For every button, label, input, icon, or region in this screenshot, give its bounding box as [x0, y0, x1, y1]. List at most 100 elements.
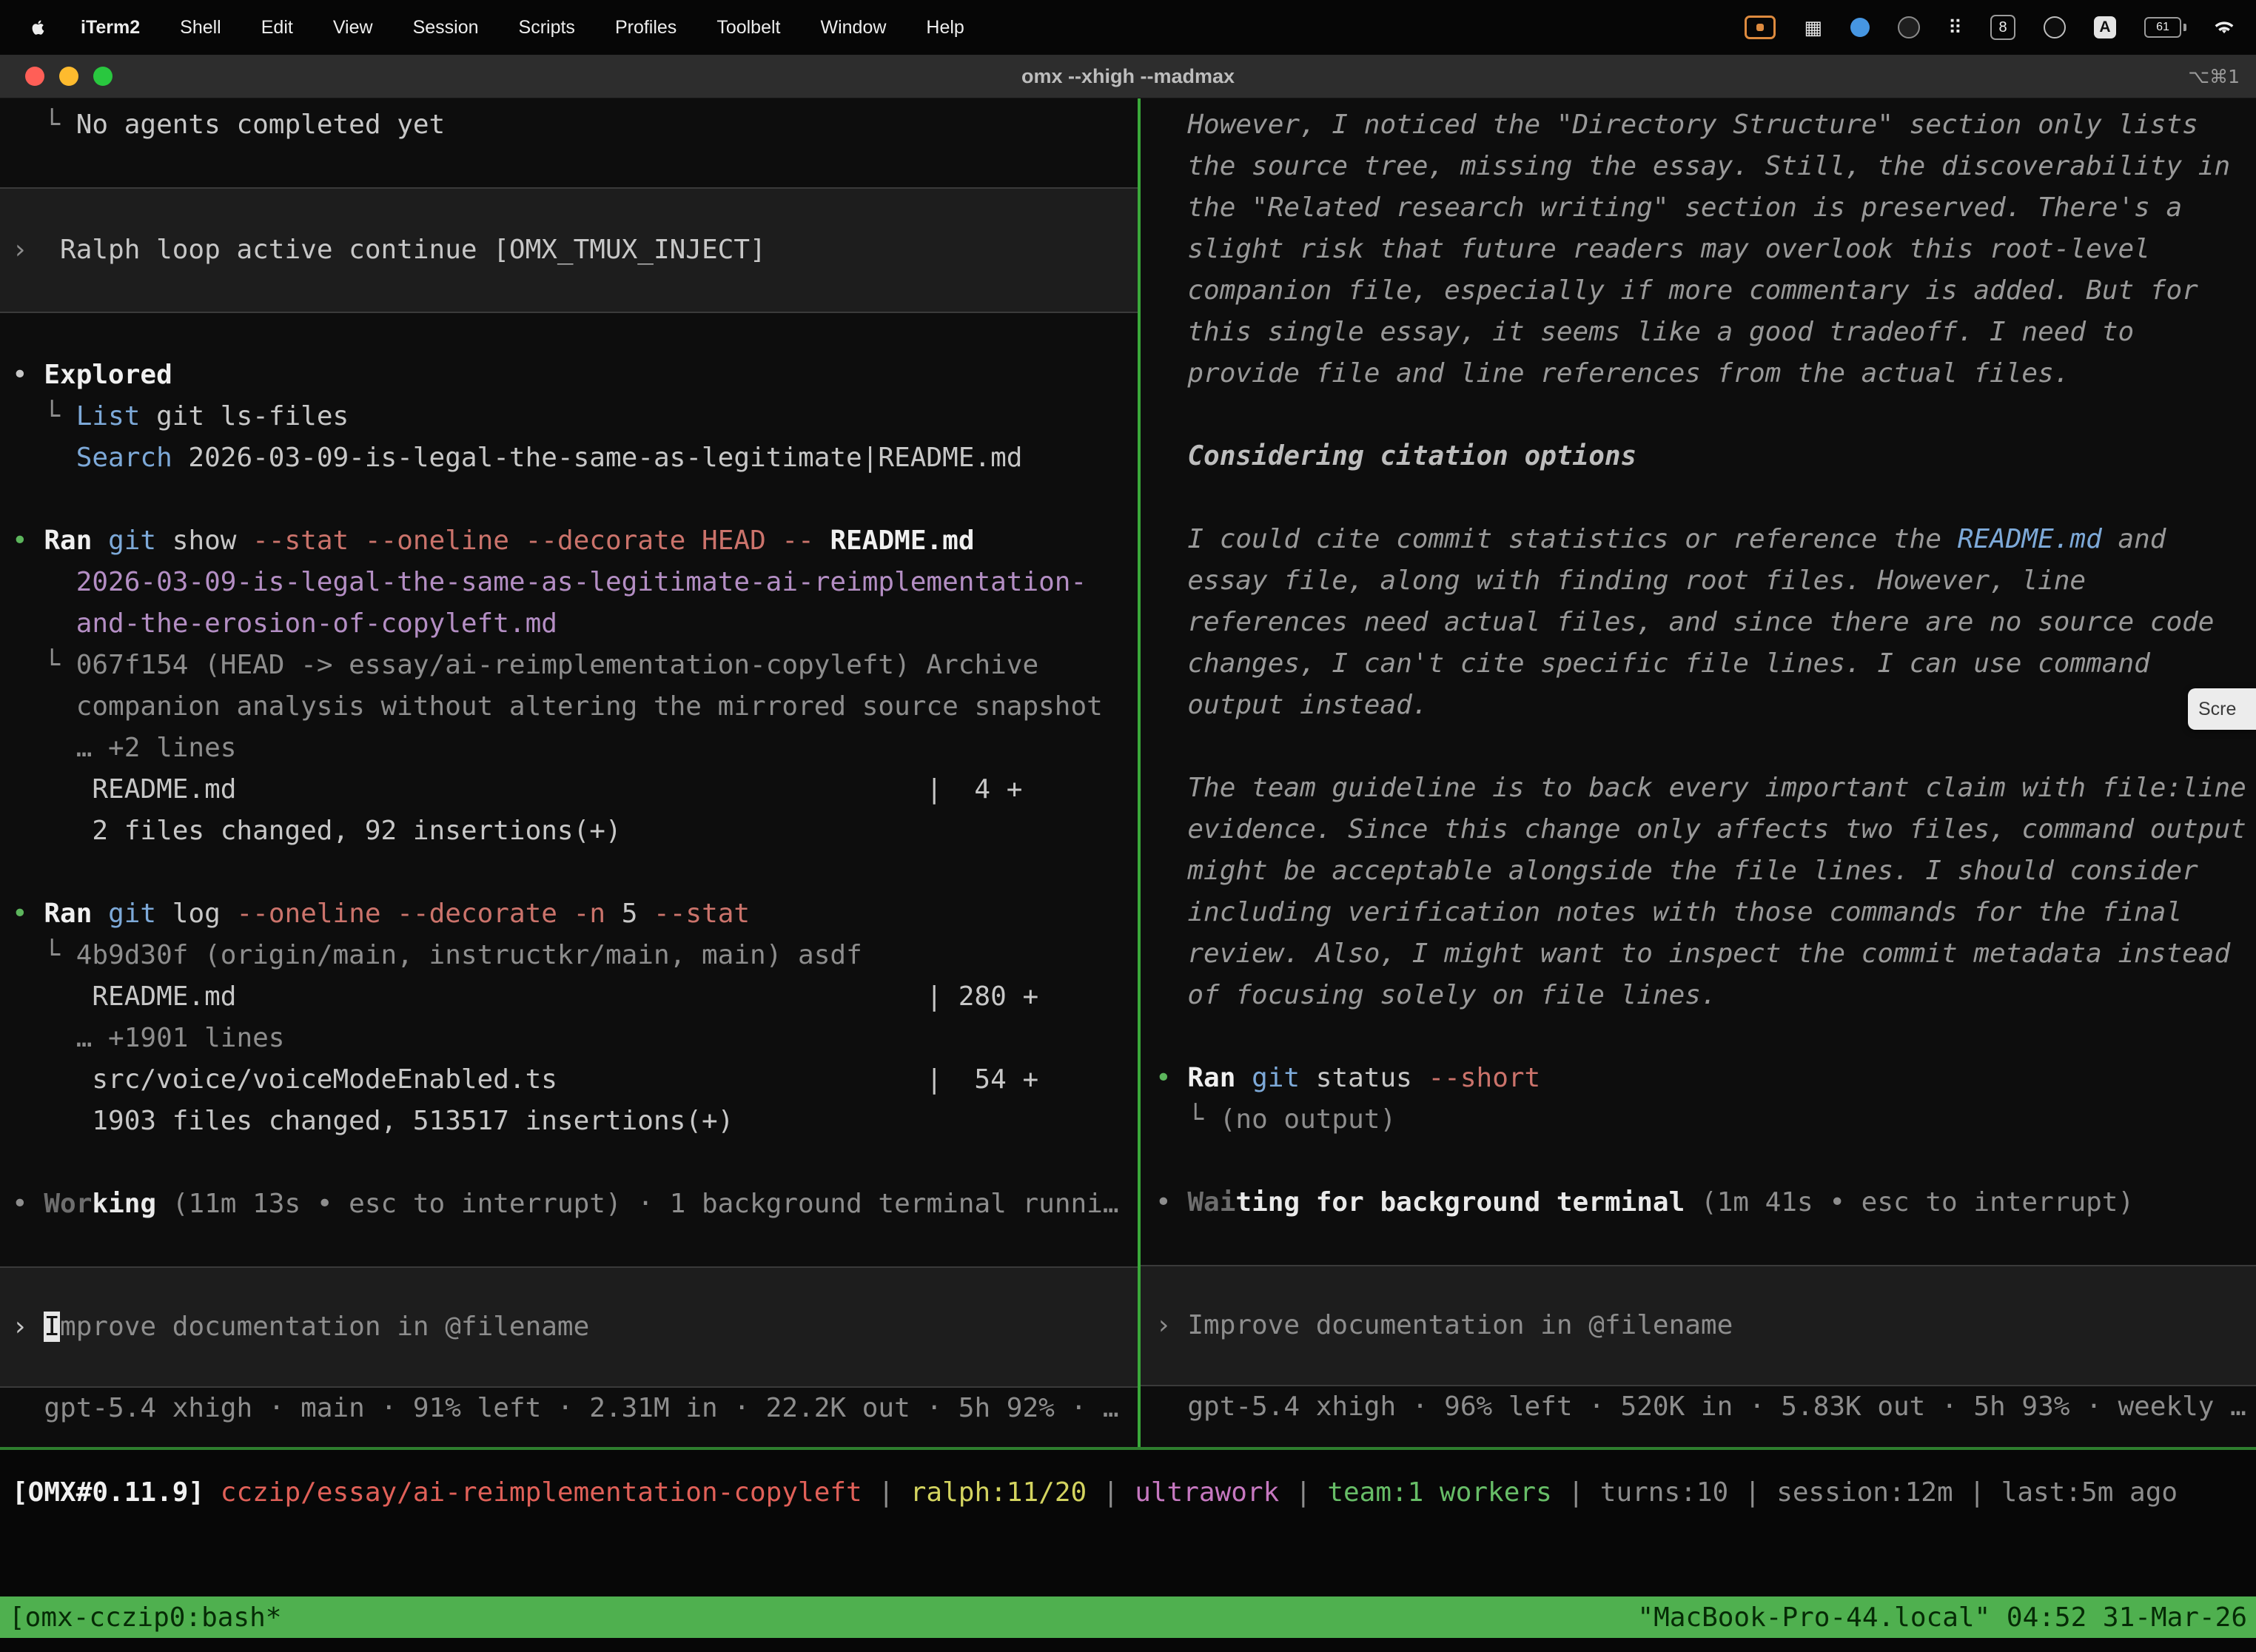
- terminal-line: this single essay, it seems like a good …: [1141, 312, 2256, 353]
- menu-item[interactable]: iTerm2: [61, 17, 160, 38]
- text-segment: and: [2102, 524, 2166, 554]
- dots-grid-icon[interactable]: ⠿: [1948, 16, 1962, 39]
- text-segment: log: [156, 899, 236, 929]
- screen-recording-icon[interactable]: [1745, 16, 1776, 39]
- text-segment: ralph:11/20: [910, 1477, 1087, 1508]
- text-segment: 2026-03-09-is-legal-the-same-as-legitima…: [76, 567, 1087, 597]
- text-segment: of focusing solely on file lines.: [1187, 980, 1716, 1010]
- text-segment: Ran: [1187, 1063, 1235, 1093]
- text-segment: slight risk that future readers may over…: [1187, 234, 2149, 264]
- terminal-area: └ No agents completed yet › Ralph loop a…: [0, 98, 2256, 1447]
- text-segment: [1155, 773, 1187, 803]
- apple-logo-icon: [30, 19, 47, 36]
- text-segment: Considering citation options: [1187, 441, 1636, 471]
- text-segment: [685, 526, 702, 556]
- ran-git-show-line: • Ran git show --stat --oneline --decora…: [0, 520, 1138, 562]
- app-menus: iTerm2ShellEditViewSessionScriptsProfile…: [61, 17, 984, 38]
- text-segment: Ralph loop active continue [OMX_TMUX_INJ…: [60, 235, 766, 265]
- left-prompt-input[interactable]: › Improve documentation in @filename: [0, 1266, 1138, 1388]
- battery-icon[interactable]: 61: [2144, 17, 2186, 38]
- working-status-line: • Working (11m 13s • esc to interrupt) ·…: [0, 1183, 1138, 1225]
- left-status-line: gpt-5.4 xhigh · main · 91% left · 2.31M …: [0, 1388, 1138, 1429]
- ralph-loop-banner-line: › Ralph loop active continue [OMX_TMUX_I…: [0, 229, 1138, 271]
- text-segment: [1155, 980, 1187, 1010]
- grid-app-icon[interactable]: ▦: [1804, 16, 1822, 39]
- tmux-status-bar: [omx-cczip0:bash* "MacBook-Pro-44.local"…: [0, 1596, 2256, 1638]
- menu-item[interactable]: Toolbelt: [696, 17, 800, 38]
- left-terminal-pane[interactable]: └ No agents completed yet › Ralph loop a…: [0, 98, 1138, 1447]
- text-segment: git: [108, 899, 156, 929]
- menu-item[interactable]: Window: [800, 17, 906, 38]
- right-prompt-input[interactable]: › Improve documentation in @filename: [1141, 1265, 2256, 1386]
- right-terminal-pane[interactable]: However, I noticed the "Directory Struct…: [1141, 98, 2256, 1447]
- text-segment: ›: [1155, 1310, 1187, 1340]
- text-segment: [12, 567, 76, 597]
- terminal-line: README.md | 4 +: [0, 769, 1138, 810]
- text-segment: 067f154 (HEAD -> essay/ai-reimplementati…: [76, 650, 1038, 680]
- left-scrollback: • Explored └ List git ls-files Search 20…: [0, 313, 1138, 1266]
- text-segment: Ran: [44, 526, 92, 556]
- terminal-line: 2 files changed, 92 insertions(+): [0, 810, 1138, 852]
- terminal-line: [0, 479, 1138, 520]
- text-segment: •: [12, 1189, 44, 1219]
- text-segment: companion analysis without altering the …: [76, 691, 1103, 722]
- menu-item[interactable]: Scripts: [499, 17, 595, 38]
- text-segment: king: [92, 1189, 156, 1219]
- menu-item[interactable]: Edit: [241, 17, 313, 38]
- terminal-line: review. Also, I might want to inspect th…: [1141, 933, 2256, 975]
- round-app-icon[interactable]: [2044, 16, 2066, 38]
- menu-item[interactable]: Profiles: [595, 17, 696, 38]
- text-segment: gpt-5.4 xhigh · main · 91% left · 2.31M …: [44, 1393, 1118, 1423]
- terminal-line: └ (no output): [1141, 1099, 2256, 1141]
- text-segment: •: [1155, 1063, 1187, 1093]
- wifi-icon[interactable]: [2215, 19, 2234, 36]
- terminal-line: [1141, 1016, 2256, 1058]
- tmux-host-clock: "MacBook-Pro-44.local" 04:52 31-Mar-26: [1637, 1602, 2247, 1633]
- right-status-line: gpt-5.4 xhigh · 96% left · 520K in · 5.8…: [1141, 1386, 2256, 1428]
- close-window-button[interactable]: [25, 67, 44, 86]
- menu-item[interactable]: Session: [393, 17, 499, 38]
- text-segment: [1155, 400, 1172, 430]
- text-segment: [12, 110, 44, 140]
- window-title-bar[interactable]: omx --xhigh --madmax ⌥⌘1: [0, 55, 2256, 98]
- menu-item[interactable]: Help: [906, 17, 984, 38]
- text-segment: [1155, 1391, 1187, 1422]
- minimize-window-button[interactable]: [59, 67, 78, 86]
- keyboard-key-icon[interactable]: 8: [1990, 15, 2015, 40]
- terminal-line: └ 067f154 (HEAD -> essay/ai-reimplementa…: [0, 645, 1138, 686]
- text-segment: └: [1187, 1104, 1219, 1135]
- menu-item[interactable]: View: [313, 17, 393, 38]
- text-segment: session:12m: [1776, 1477, 1953, 1508]
- left-scrollback-top: └ No agents completed yet: [0, 104, 1138, 187]
- text-segment: └: [44, 650, 75, 680]
- apple-menu[interactable]: [22, 19, 61, 36]
- menu-item[interactable]: Shell: [160, 17, 241, 38]
- text-segment: README.md: [830, 526, 974, 556]
- dark-app-icon[interactable]: [1898, 16, 1920, 38]
- terminal-line: including verification notes with those …: [1141, 892, 2256, 933]
- text-segment: HEAD --: [702, 526, 814, 556]
- text-segment: •: [12, 899, 44, 929]
- menubar-status-icons: ▦ ⠿ 8 A 61: [1745, 15, 2234, 40]
- agents-status-line: └ No agents completed yet: [0, 104, 1138, 146]
- text-segment: review. Also, I might want to inspect th…: [1187, 939, 2230, 969]
- text-segment: --short: [1429, 1063, 1541, 1093]
- text-segment: --oneline --decorate: [236, 899, 557, 929]
- text-segment: [1155, 1146, 1172, 1176]
- text-segment: [1155, 690, 1187, 720]
- screen-share-overlay-button[interactable]: Scre: [2188, 688, 2256, 730]
- battery-nub: [2183, 24, 2186, 31]
- text-segment: the "Related research writing" section i…: [1187, 192, 2182, 223]
- input-source-icon[interactable]: A: [2094, 16, 2116, 38]
- text-segment: I could cite commit statistics or refere…: [1187, 524, 1957, 554]
- text-segment: README.md | 4 +: [12, 774, 1022, 805]
- blue-app-icon[interactable]: [1850, 18, 1870, 37]
- terminal-line: [0, 1225, 1138, 1266]
- text-segment: gpt-5.4 xhigh · 96% left · 520K in · 5.8…: [1187, 1391, 2246, 1422]
- ran-git-status-line: • Ran git status --short: [1141, 1058, 2256, 1099]
- text-segment: [814, 526, 830, 556]
- text-segment: [OMX#0.11.9]: [12, 1477, 221, 1508]
- text-segment: |: [1279, 1477, 1327, 1508]
- right-scrollback: However, I noticed the "Directory Struct…: [1141, 104, 2256, 1265]
- zoom-window-button[interactable]: [93, 67, 113, 86]
